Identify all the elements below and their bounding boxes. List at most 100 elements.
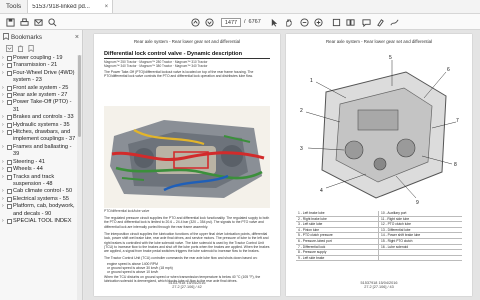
- bookmark-item[interactable]: › Brakes and controls - 33: [0, 114, 77, 121]
- bookmark-label: Platform, cab, bodywork, and decals - 90: [13, 203, 75, 217]
- tab-tools[interactable]: Tools: [0, 0, 27, 13]
- print-icon[interactable]: [18, 16, 30, 28]
- svg-text:6: 6: [447, 67, 450, 73]
- legend-cell: 4 - Pinion lube: [296, 227, 379, 233]
- legend-cell: 14 - Power shift brake lube: [381, 233, 421, 238]
- legend-cell: 12 - PTO clutch lube: [381, 222, 411, 227]
- bookmark-item[interactable]: › Wheels - 44: [0, 166, 77, 173]
- bookmark-label: Cab climate control - 50: [13, 188, 73, 195]
- bookmarks-scroll-thumb[interactable]: [78, 55, 81, 137]
- current-page-input[interactable]: 1477: [221, 17, 241, 27]
- page-down-icon[interactable]: [203, 16, 215, 28]
- body-paragraph: The Tractor Control Unit (TCU) controlle…: [104, 256, 258, 260]
- svg-text:2: 2: [300, 108, 303, 114]
- valve-diagram-figure: 1 2 3 4 5 6 7 8 9: [296, 52, 462, 206]
- bookmark-item[interactable]: › SPECIAL TOOL INDEX: [0, 218, 77, 225]
- bookmark-label: Brakes and controls - 33: [13, 114, 74, 121]
- chevron-right-icon[interactable]: ›: [2, 188, 4, 195]
- save-icon[interactable]: [4, 16, 16, 28]
- bookmark-item[interactable]: › Four-Wheel Drive (4WD) system - 23: [0, 70, 77, 85]
- page-footer-right: 51537918 15/04/2016 27.2 [27.106] / 43: [286, 281, 472, 290]
- page-up-icon[interactable]: [189, 16, 201, 28]
- bookmark-page-icon: [7, 218, 12, 224]
- bookmark-page-icon: [7, 174, 12, 180]
- bookmark-item[interactable]: › Hydraulic systems - 35: [0, 122, 77, 129]
- page-layout-icon[interactable]: [344, 16, 356, 28]
- chevron-right-icon[interactable]: ›: [2, 85, 4, 92]
- page-header-left: Rear axle system - Rear lower gear set a…: [133, 39, 241, 44]
- document-viewer[interactable]: Rear axle system - Rear lower gear set a…: [84, 30, 480, 300]
- chevron-right-icon[interactable]: ›: [2, 203, 4, 210]
- legend-cell: 6 - Pressure-lubed port: [296, 238, 379, 244]
- bookmark-label: Rear axle system - 27: [13, 92, 68, 99]
- close-tab-icon[interactable]: ×: [105, 4, 109, 10]
- chevron-right-icon[interactable]: ›: [2, 174, 4, 181]
- svg-text:9: 9: [416, 200, 419, 206]
- chevron-right-icon[interactable]: ›: [2, 99, 4, 106]
- comment-icon[interactable]: [360, 16, 372, 28]
- chevron-right-icon[interactable]: ›: [2, 70, 4, 77]
- close-panel-icon[interactable]: ×: [75, 34, 79, 41]
- page-header-right: Rear axle system - Rear lower gear set a…: [325, 39, 433, 44]
- search-icon[interactable]: [46, 16, 58, 28]
- bookmark-item[interactable]: › Hitches, drawbars, and implement coupli…: [0, 129, 77, 144]
- bookmark-item[interactable]: › Front axle system - 25: [0, 85, 77, 92]
- chevron-right-icon[interactable]: ›: [2, 196, 4, 203]
- bookmark-page-icon: [7, 63, 12, 69]
- bookmark-item[interactable]: › Transmission - 21: [0, 62, 77, 69]
- draw-icon[interactable]: [388, 16, 400, 28]
- bookmark-label: Electrical systems - 55: [13, 195, 69, 202]
- legend-cell: 2 - Right brake lube: [296, 216, 379, 222]
- legend-cell: 8 - Pressure supply: [296, 250, 379, 255]
- zoom-in-icon[interactable]: [312, 16, 324, 28]
- fit-page-icon[interactable]: [330, 16, 342, 28]
- bookmark-page-icon: [7, 167, 12, 173]
- zoom-out-icon[interactable]: [298, 16, 310, 28]
- hand-tool-icon[interactable]: [282, 16, 294, 28]
- legend-cell: 3 - Left side lube: [296, 222, 379, 227]
- bookmark-item[interactable]: › Frames and ballasting - 39: [0, 144, 77, 159]
- add-bookmark-icon[interactable]: [28, 44, 35, 54]
- legend-cell: 10 - Auxiliary port: [381, 211, 407, 215]
- bookmark-item[interactable]: › Power coupling - 19: [0, 55, 77, 62]
- legend-table: 1 - Left brake lube 10 - Auxiliary port 2 …: [296, 211, 462, 262]
- chevron-right-icon[interactable]: ›: [2, 166, 4, 173]
- chevron-right-icon[interactable]: ›: [2, 92, 4, 99]
- valve-cutaway-figure: [104, 106, 270, 208]
- bookmark-label: Front axle system - 25: [13, 84, 69, 91]
- chevron-right-icon[interactable]: ›: [2, 159, 4, 166]
- legend-cell: [379, 250, 462, 255]
- legend-cell: 13 - Differential lube: [381, 227, 411, 232]
- chevron-right-icon[interactable]: ›: [2, 122, 4, 129]
- page-separator: /: [244, 19, 246, 25]
- chevron-right-icon[interactable]: ›: [2, 62, 4, 69]
- bookmark-page-icon: [7, 189, 12, 195]
- bullet-item: or ground speed is above 10 km/h: [107, 270, 159, 274]
- chevron-right-icon[interactable]: ›: [2, 218, 4, 225]
- delete-bookmark-icon[interactable]: [17, 45, 24, 54]
- bookmark-page-icon: [7, 196, 12, 202]
- chevron-right-icon[interactable]: ›: [2, 55, 4, 62]
- tab-document[interactable]: 51537918-linked pd... ×: [27, 0, 114, 13]
- bookmark-options-icon[interactable]: [6, 44, 13, 54]
- svg-text:8: 8: [454, 162, 457, 168]
- footer-page-ref: 27.2 [27.106] / 43: [364, 285, 394, 290]
- chevron-right-icon[interactable]: ›: [2, 114, 4, 121]
- email-icon[interactable]: [32, 16, 44, 28]
- bookmark-item[interactable]: › Cab climate control - 50: [0, 188, 77, 195]
- highlight-icon[interactable]: [374, 16, 386, 28]
- bookmark-item[interactable]: › Rear axle system - 27: [0, 92, 77, 99]
- bookmark-item[interactable]: › Electrical systems - 55: [0, 196, 77, 203]
- bookmark-item[interactable]: › Power Take-Off (PTO) - 31: [0, 99, 77, 114]
- bookmark-page-icon: [7, 115, 12, 121]
- chevron-right-icon[interactable]: ›: [2, 144, 4, 151]
- tab-document-title: 51537918-linked pd...: [32, 3, 90, 10]
- section-title: Differential lock control valve - Dynami…: [104, 51, 243, 57]
- bookmark-item[interactable]: › Platform, cab, bodywork, and decals - 9…: [0, 203, 77, 218]
- bookmarks-scrollbar[interactable]: [77, 55, 82, 300]
- bookmark-item[interactable]: › Steering - 41: [0, 159, 77, 166]
- chevron-right-icon[interactable]: ›: [2, 129, 4, 136]
- bookmark-item[interactable]: › Tracks and track suspension - 48: [0, 174, 77, 189]
- toolbar: 1477 / 6767: [0, 14, 480, 30]
- select-cursor-icon[interactable]: [268, 16, 280, 28]
